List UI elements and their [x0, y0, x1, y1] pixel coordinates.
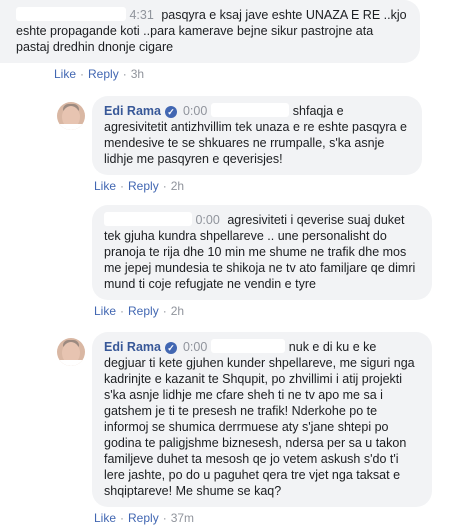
separator: ·: [122, 67, 127, 81]
avatar[interactable]: [57, 102, 85, 130]
like-link[interactable]: Like: [94, 511, 116, 525]
comment-time: 0:00: [195, 213, 220, 227]
comment-actions: Like · Reply · 2h: [92, 179, 422, 193]
comment-text: nuk e di ku e ke degjuar ti kete gjuhen …: [104, 340, 415, 498]
comment-actions: Like · Reply · 2h: [92, 304, 432, 318]
avatar[interactable]: [57, 338, 85, 366]
reply-link[interactable]: Reply: [128, 179, 159, 193]
separator: ·: [120, 304, 125, 318]
comment-thread: 4:31 pasqyra e ksaj jave eshte UNAZA E R…: [0, 0, 461, 529]
separator: ·: [162, 179, 167, 193]
separator: ·: [80, 67, 85, 81]
comment: 0:00 agresiviteti i qeverise suaj duket …: [92, 205, 432, 318]
redacted-author-name: [16, 7, 126, 21]
reply-link[interactable]: Reply: [128, 304, 159, 318]
comment-bubble: Edi Rama ✓ 0:00 nuk e di ku e ke degjuar t…: [92, 332, 432, 507]
comment-bubble: 4:31 pasqyra e ksaj jave eshte UNAZA E R…: [0, 0, 420, 63]
comment: Edi Rama ✓ 0:00 nuk e di ku e ke degjuar t…: [92, 332, 432, 525]
comment: Edi Rama ✓ 0:00 shfaqja e agresivitetit an…: [92, 96, 422, 193]
separator: ·: [120, 511, 125, 525]
comment: 4:31 pasqyra e ksaj jave eshte UNAZA E R…: [0, 0, 436, 81]
author-name[interactable]: Edi Rama: [104, 340, 161, 354]
comment-actions: Like · Reply · 37m: [92, 511, 432, 525]
verified-badge-icon: ✓: [164, 106, 177, 118]
comment-actions: Like · Reply · 3h: [0, 67, 436, 81]
reply-link[interactable]: Reply: [88, 67, 119, 81]
verified-badge-icon: ✓: [164, 342, 177, 354]
comment-age: 2h: [170, 179, 185, 193]
comment-age: 37m: [170, 511, 195, 525]
separator: ·: [120, 179, 125, 193]
reply-link[interactable]: Reply: [128, 511, 159, 525]
redacted-author-name: [211, 339, 286, 353]
comment-time: 0:00: [182, 104, 208, 118]
like-link[interactable]: Like: [54, 67, 76, 81]
comment-age: 3h: [130, 67, 145, 81]
author-name[interactable]: Edi Rama: [104, 104, 161, 118]
comment-time: 4:31: [129, 8, 154, 22]
comment-time: 0:00: [182, 340, 208, 354]
comment-age: 2h: [170, 304, 185, 318]
redacted-author-name: [211, 103, 290, 117]
separator: ·: [162, 511, 167, 525]
comment-bubble: 0:00 agresiviteti i qeverise suaj duket …: [92, 205, 432, 300]
redacted-author-name: [104, 212, 192, 226]
like-link[interactable]: Like: [94, 179, 116, 193]
like-link[interactable]: Like: [94, 304, 116, 318]
comment-bubble: Edi Rama ✓ 0:00 shfaqja e agresivitetit an…: [92, 96, 422, 175]
separator: ·: [162, 304, 167, 318]
